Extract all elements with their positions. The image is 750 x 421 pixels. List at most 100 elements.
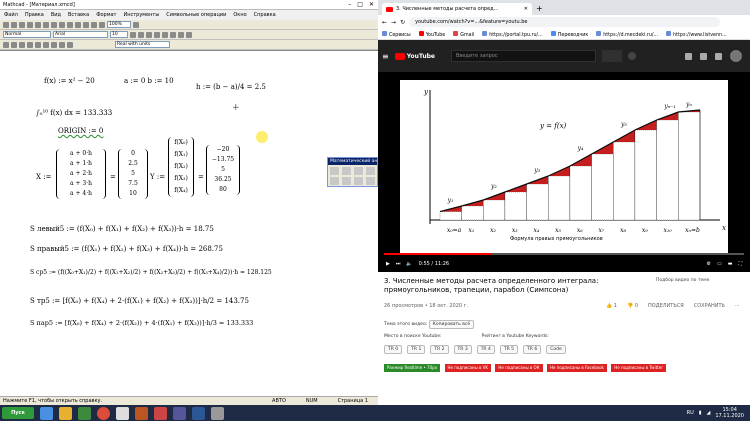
programming-icon[interactable] — [51, 41, 57, 48]
limit-icon[interactable] — [366, 177, 375, 185]
open-icon[interactable] — [11, 21, 17, 28]
infinity-icon[interactable] — [354, 167, 363, 175]
menu-format[interactable]: Формат — [96, 12, 116, 18]
new-icon[interactable] — [3, 21, 9, 28]
tag-chip[interactable]: TR 3 — [453, 345, 472, 354]
calc-icon[interactable] — [83, 21, 89, 28]
y-expr-matrix[interactable]: f(X₀) f(X₁) f(X₂) f(X₃) f(X₄) — [168, 137, 194, 197]
calculator-icon[interactable] — [3, 41, 9, 48]
menu-tools[interactable]: Инструменты — [123, 12, 159, 18]
y-values-matrix[interactable]: −20 −13.75 5 36.25 80 — [206, 145, 240, 195]
definite-integral-icon[interactable] — [366, 167, 375, 175]
align-right-icon[interactable] — [170, 31, 176, 38]
app-icon[interactable] — [192, 406, 205, 420]
share-button[interactable]: ПОДЕЛИТЬСЯ — [648, 303, 684, 309]
function-definition[interactable]: f(x) := x² − 20 — [44, 77, 95, 85]
align-left-icon[interactable] — [154, 31, 160, 38]
save-icon[interactable] — [19, 21, 25, 28]
like-button[interactable]: 👍 1 — [606, 303, 617, 309]
play-icon[interactable]: ▶ — [386, 261, 390, 267]
integral-result[interactable]: ∫₀¹⁰ f(x) dx = 133.333 — [36, 109, 112, 117]
menu-symbolics[interactable]: Символьные операции — [166, 12, 226, 18]
right-rectangles-formula[interactable]: S правый5 := (f(X₁) + f(X₂) + f(X₃) + f(… — [30, 245, 223, 253]
limits-definition[interactable]: a := 0 b := 10 — [124, 77, 174, 85]
align-icon[interactable] — [75, 21, 81, 28]
matrix-icon[interactable] — [19, 41, 25, 48]
cut-icon[interactable] — [35, 21, 41, 28]
midpoint-formula[interactable]: S ср5 := (f((X₀+X₁)/2) + f((X₁+X₂)/2) + … — [30, 269, 272, 276]
ranking-button[interactable]: Ранжир Realtime • 70px — [384, 364, 441, 372]
reload-icon[interactable]: ↻ — [400, 19, 405, 26]
tag-chip[interactable]: TR 1 — [407, 345, 426, 354]
dislike-button[interactable]: 👎 0 — [627, 303, 638, 309]
font-size-select[interactable]: 10 — [110, 31, 128, 38]
twitter-button[interactable]: Не подписаны в Twitter — [611, 364, 666, 372]
suggestion-title[interactable]: Подбор видео по теме — [656, 278, 746, 283]
zoom-select[interactable]: 100% — [107, 21, 131, 28]
underline-icon[interactable] — [146, 31, 152, 38]
palette-title[interactable]: Математический анал — [328, 158, 377, 165]
apps-icon[interactable] — [700, 52, 707, 60]
network-icon[interactable]: ▮ — [699, 410, 702, 416]
word-icon[interactable] — [116, 406, 129, 420]
chrome-icon[interactable] — [97, 406, 110, 420]
theater-icon[interactable]: ▬ — [728, 261, 733, 267]
undo-icon[interactable] — [59, 21, 65, 28]
mathcad-icon[interactable] — [135, 406, 148, 420]
greek-icon[interactable] — [59, 41, 65, 48]
menu-window[interactable]: Окно — [233, 12, 246, 18]
tag-chip[interactable]: TR 5 — [499, 345, 519, 354]
tab-close-icon[interactable]: ✕ — [524, 6, 528, 12]
settings-icon[interactable]: ⚙ — [707, 261, 711, 267]
mic-icon[interactable] — [627, 52, 636, 60]
units-select[interactable]: Real with units — [115, 41, 170, 48]
bullets-icon[interactable] — [178, 31, 184, 38]
tag-chip[interactable]: Code — [546, 345, 566, 354]
close-icon[interactable]: ✕ — [369, 1, 374, 8]
align-center-icon[interactable] — [162, 31, 168, 38]
summation-icon[interactable] — [330, 177, 339, 185]
app-icon[interactable] — [211, 406, 224, 420]
copy-all-button[interactable]: Копировать всё — [428, 320, 475, 329]
video-frame[interactable]: y x x₀=a x₁ x₂ x₃ x₄ x₅ x₆ x₇ x₈ x₉ x₁₀ xₙ=b y₁ y₂ y₃ y₄ y… — [400, 80, 728, 255]
calculus-icon[interactable] — [35, 41, 41, 48]
style-select[interactable]: Normal — [3, 31, 51, 38]
equals-icon[interactable] — [27, 41, 33, 48]
print-icon[interactable] — [27, 21, 33, 28]
menu-file[interactable]: Файл — [4, 12, 18, 18]
volume-tray-icon[interactable]: ◢ — [707, 410, 711, 416]
avatar[interactable] — [730, 50, 742, 62]
bookmark-item[interactable]: https://d.mecdeki.ru/... — [596, 30, 658, 38]
more-icon[interactable]: ⋯ — [735, 303, 740, 309]
tag-chip[interactable]: TR 4 — [476, 345, 495, 354]
ok-button[interactable]: Не подписаны в ОК — [495, 364, 543, 372]
symbolic-icon[interactable] — [67, 41, 73, 48]
back-icon[interactable]: ← — [382, 19, 387, 26]
notifications-icon[interactable] — [715, 52, 722, 60]
nth-derivative-icon[interactable] — [342, 167, 351, 175]
help-icon[interactable] — [133, 21, 139, 28]
bookmark-item[interactable]: Переводчик — [550, 30, 588, 38]
forward-icon[interactable]: → — [391, 19, 396, 26]
folder-icon[interactable] — [59, 406, 72, 420]
new-tab-icon[interactable]: + — [536, 4, 543, 13]
lang-indicator[interactable]: RU — [687, 410, 694, 416]
menu-edit[interactable]: Правка — [25, 12, 44, 18]
bookmark-item[interactable]: Gmail — [453, 30, 474, 38]
create-icon[interactable] — [685, 52, 692, 60]
redo-icon[interactable] — [67, 21, 73, 28]
save-button[interactable]: СОХРАНИТЬ — [694, 303, 725, 309]
bookmark-item[interactable]: https://www.listvenn... — [666, 30, 727, 38]
boolean-icon[interactable] — [43, 41, 49, 48]
trapezoid-formula[interactable]: S тр5 := [f(X₀) + f(X₄) + 2·(f(X₁) + f(X… — [30, 297, 249, 305]
menu-view[interactable]: Вид — [51, 12, 61, 18]
origin-definition[interactable]: ORIGIN := 0 — [58, 127, 103, 135]
indefinite-integral-icon[interactable] — [354, 177, 363, 185]
x-expr-matrix[interactable]: a + 0·h a + 1·h a + 2·h a + 3·h a + 4·h — [56, 149, 106, 199]
menu-insert[interactable]: Вставка — [68, 12, 89, 18]
insert-function-icon[interactable] — [91, 21, 97, 28]
numbering-icon[interactable] — [186, 31, 192, 38]
tab-youtube[interactable]: 3. Численные методы расчета опред... ✕ — [382, 3, 532, 15]
fullscreen-icon[interactable]: ⛶ — [738, 261, 742, 267]
insert-unit-icon[interactable] — [99, 21, 105, 28]
